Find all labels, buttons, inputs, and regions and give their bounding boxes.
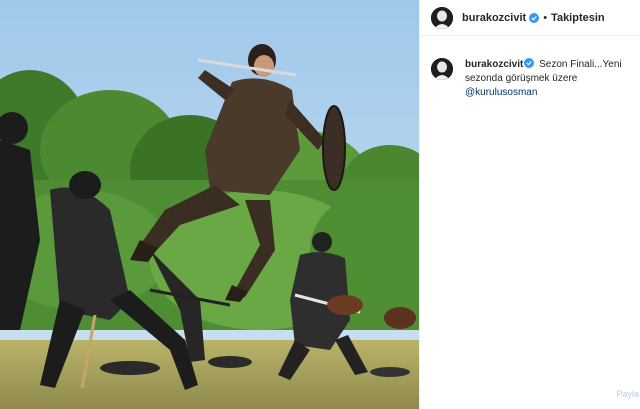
- post-photo[interactable]: [0, 0, 419, 409]
- profile-avatar-icon: [431, 58, 453, 80]
- watermark-text: Payla: [616, 389, 639, 399]
- mention-link[interactable]: @kurulusosman: [465, 87, 537, 98]
- header-separator: •: [543, 11, 548, 24]
- verified-badge-icon: [524, 58, 535, 68]
- header-username[interactable]: burakozcivit: [462, 12, 526, 24]
- following-button[interactable]: Takiptesin: [551, 12, 605, 24]
- post-caption: burakozcivit Sezon Finali...Yeni sezonda…: [420, 36, 640, 100]
- post-side-panel: burakozcivit • Takiptesin burakozcivit S…: [419, 0, 640, 409]
- profile-avatar-icon: [431, 6, 453, 29]
- caption-avatar[interactable]: [431, 58, 453, 80]
- verified-badge-icon: [529, 12, 540, 23]
- caption-username[interactable]: burakozcivit: [465, 59, 523, 70]
- caption-text-block: burakozcivit Sezon Finali...Yeni sezonda…: [465, 58, 625, 100]
- battle-scene-image: [0, 0, 419, 409]
- instagram-post: burakozcivit • Takiptesin burakozcivit S…: [0, 0, 640, 409]
- post-header: burakozcivit • Takiptesin: [420, 0, 640, 36]
- avatar[interactable]: [431, 6, 453, 29]
